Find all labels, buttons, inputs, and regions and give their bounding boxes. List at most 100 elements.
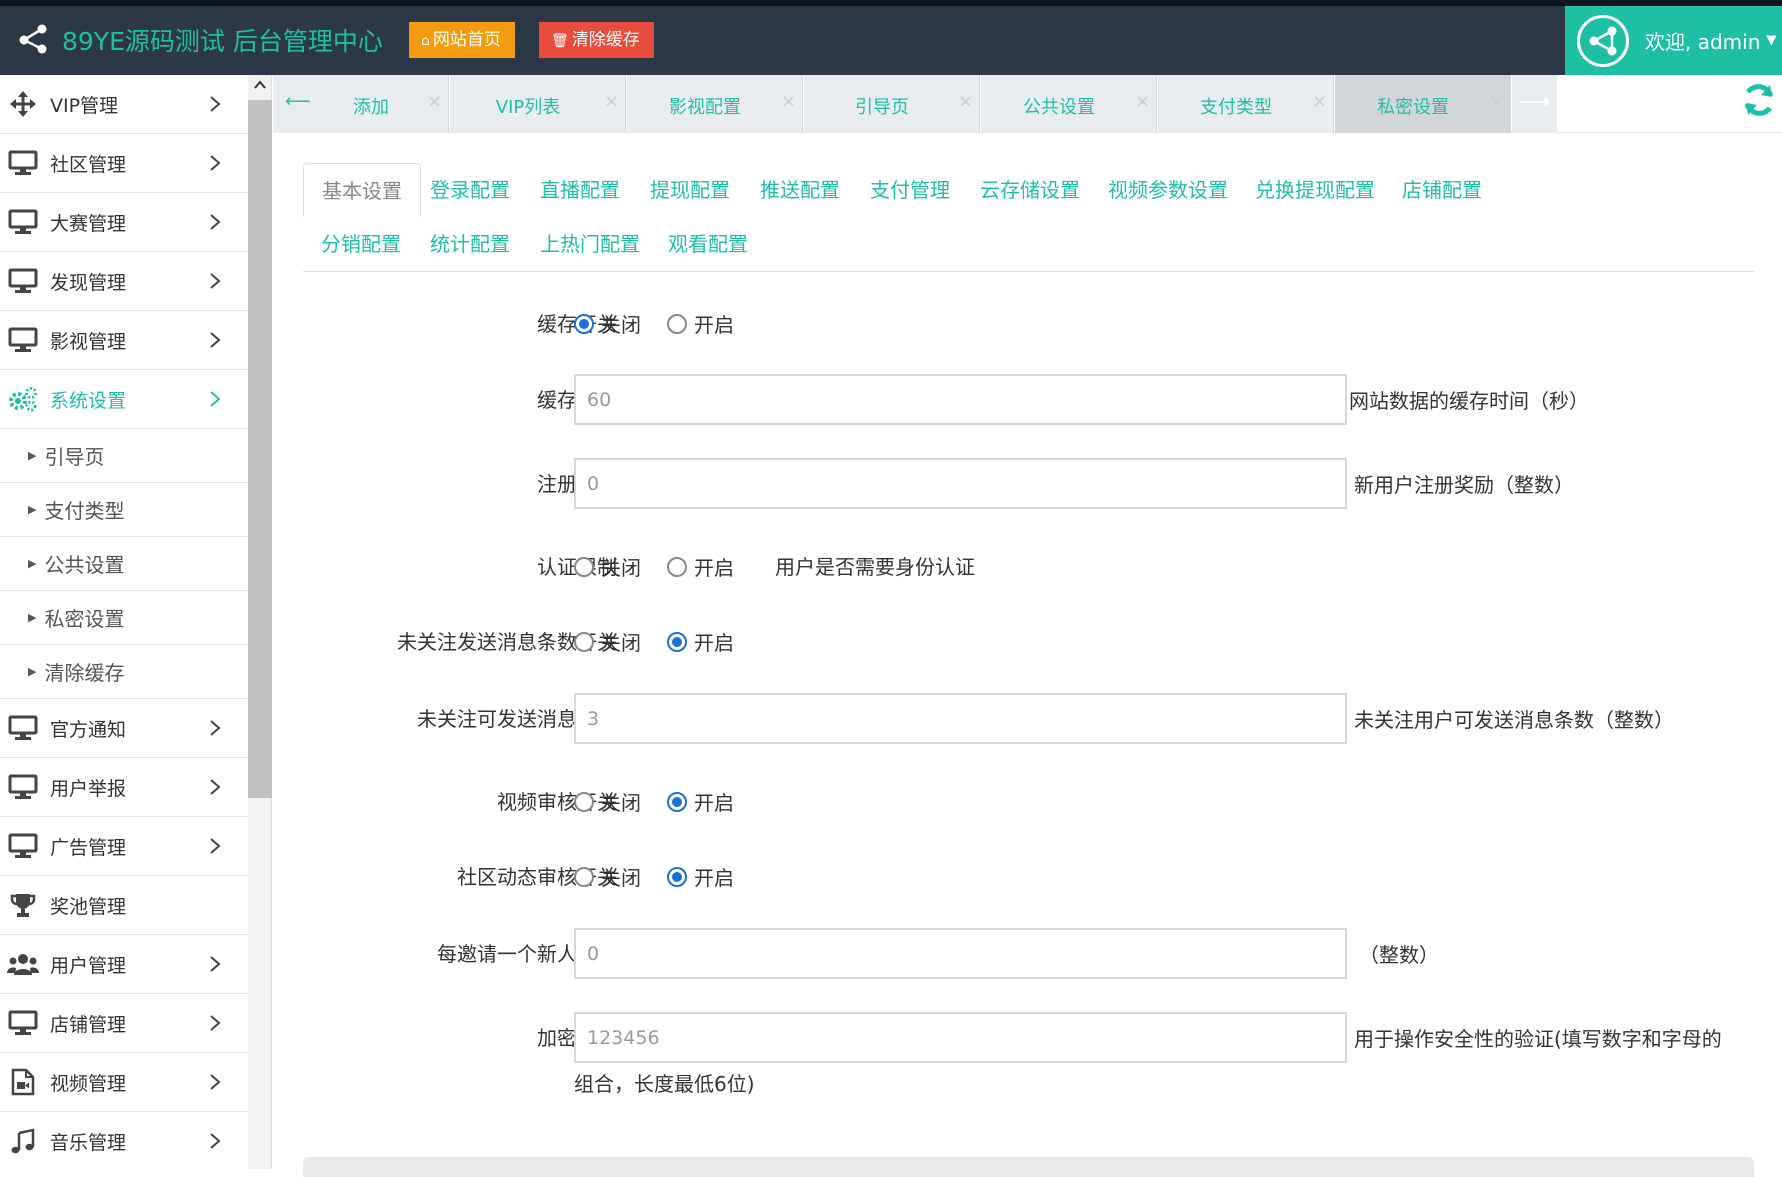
register-reward-input[interactable] [574,458,1347,509]
subtab-live-config[interactable]: 直播配置 [522,163,638,217]
clear-cache-button[interactable]: 🗑 清除缓存 [539,22,654,58]
close-icon[interactable]: × [1135,91,1150,112]
subtab-shop-config[interactable]: 店铺配置 [1384,163,1500,217]
subtab-payment-management[interactable]: 支付管理 [852,163,968,217]
chevron-right-icon [210,96,221,112]
tab-film-config[interactable]: 影视配置 × [627,75,803,133]
subtab-stats-config[interactable]: 统计配置 [412,217,528,271]
community-review-on-radio[interactable]: 开启 [667,862,734,891]
invite-reward-input[interactable] [574,928,1347,979]
close-icon[interactable]: × [1489,91,1504,112]
auth-limit-off-radio[interactable]: 关闭 [574,552,641,581]
subtab-video-params[interactable]: 视频参数设置 [1090,163,1246,217]
sidebar-item-videos[interactable]: 视频管理 [0,1053,248,1112]
close-icon[interactable]: × [958,91,973,112]
video-review-on-radio[interactable]: 开启 [667,787,734,816]
subtab-withdraw-config[interactable]: 提现配置 [632,163,748,217]
sidebar-item-label: 广告管理 [50,836,127,859]
subtab-trending-config[interactable]: 上热门配置 [522,217,658,271]
gears-icon [6,385,40,413]
sidebar-subitem-public-settings[interactable]: ▶ 公共设置 [0,537,248,591]
subtab-label: 统计配置 [430,232,510,256]
main-content: 基本设置 登录配置 直播配置 提现配置 推送配置 支付管理 云存储设置 视频参数… [273,134,1782,1177]
subtab-label: 兑换提现配置 [1255,178,1375,202]
clear-cache-label: 清除缓存 [571,30,640,50]
sidebar-subitem-guide-page[interactable]: ▶ 引导页 [0,429,248,483]
sidebar-item-label: 社区管理 [50,153,127,176]
subtab-label: 登录配置 [430,178,510,202]
sidebar-item-music[interactable]: 音乐管理 [0,1112,248,1169]
sidebar-scroll-thumb[interactable] [248,100,272,798]
sidebar-subitem-private-settings[interactable]: ▶ 私密设置 [0,591,248,645]
subtab-cloud-storage[interactable]: 云存储设置 [962,163,1098,217]
sidebar-item-contest[interactable]: 大赛管理 [0,193,248,252]
sidebar-item-discover[interactable]: 发现管理 [0,252,248,311]
unfollow-msg-off-radio[interactable]: 关闭 [574,627,641,656]
sidebar-item-users[interactable]: 用户管理 [0,935,248,994]
secret-key-input[interactable] [574,1012,1347,1063]
sidebar-item-label: 视频管理 [50,1072,127,1095]
unfollow-msg-count-input[interactable] [574,693,1347,744]
radio-circle [574,313,594,334]
sidebar-item-film[interactable]: 影视管理 [0,311,248,370]
chevron-right-icon [210,1074,221,1090]
tab-guide-page[interactable]: 引导页 × [804,75,980,133]
video-review-off-radio[interactable]: 关闭 [574,787,641,816]
sidebar-item-label: 官方通知 [50,718,127,741]
close-icon[interactable]: × [781,91,796,112]
subtab-login-config[interactable]: 登录配置 [412,163,528,217]
sidebar-item-user-reports[interactable]: 用户举报 [0,758,248,817]
tab-public-settings[interactable]: 公共设置 × [981,75,1157,133]
radio-label: 关闭 [601,556,641,580]
tab-private-settings-area[interactable]: 私密设置 × [1335,75,1511,133]
brand[interactable]: 89YE源码测试 后台管理中心 [16,20,383,60]
field-help: 新用户注册奖励（整数） [1354,473,1574,497]
header-top-line [0,0,1782,6]
cache-switch-on-radio[interactable]: 开启 [667,309,734,338]
close-icon[interactable]: × [427,91,442,112]
sidebar-item-shops[interactable]: 店铺管理 [0,994,248,1053]
tab-vip-list[interactable]: VIP列表 × [450,75,626,133]
subtab-label: 店铺配置 [1402,178,1482,202]
sidebar-item-official-notice[interactable]: 官方通知 [0,699,248,758]
subtab-push-config[interactable]: 推送配置 [742,163,858,217]
tabs-scroll-right-button[interactable]: ⟶ [1512,75,1557,133]
close-icon[interactable]: × [1312,91,1327,112]
radio-label: 关闭 [601,791,641,815]
auth-limit-on-radio[interactable]: 开启 [667,552,734,581]
community-review-off-radio[interactable]: 关闭 [574,862,641,891]
subtab-label: 基本设置 [322,179,402,203]
subtab-watch-config[interactable]: 观看配置 [650,217,766,271]
tab-payment-type[interactable]: 支付类型 × [1158,75,1334,133]
sidebar-item-label: 大赛管理 [50,212,127,235]
scroll-up-icon[interactable] [253,79,267,91]
tab-add[interactable]: ⟵ 添加 × [273,75,449,133]
website-home-button[interactable]: ⌂ 网站首页 [409,22,515,58]
sidebar-item-prize-pool[interactable]: 奖池管理 [0,876,248,935]
sidebar-item-vip[interactable]: VIP管理 [0,75,248,134]
settings-subtabs: 基本设置 登录配置 直播配置 提现配置 推送配置 支付管理 云存储设置 视频参数… [303,162,1754,272]
sidebar-subitem-clear-cache[interactable]: ▶ 清除缓存 [0,645,248,699]
close-icon[interactable]: × [604,91,619,112]
monitor-icon [6,149,40,177]
refresh-icon[interactable] [1740,81,1778,119]
unfollow-msg-on-radio[interactable]: 开启 [667,627,734,656]
cache-time-input[interactable] [574,374,1347,425]
radio-circle [667,866,687,887]
subtab-basic-settings[interactable]: 基本设置 [303,163,421,217]
sidebar-item-community[interactable]: 社区管理 [0,134,248,193]
field-help: 未关注用户可发送消息条数（整数） [1354,708,1674,732]
monitor-icon [6,208,40,236]
cache-switch-off-radio[interactable]: 关闭 [574,309,641,338]
caret-right-icon: ▶ [28,449,37,462]
sidebar-item-ads[interactable]: 广告管理 [0,817,248,876]
welcome-text: 欢迎, admin [1645,30,1761,54]
sidebar-item-system-settings[interactable]: 系统设置 [0,370,248,429]
sidebar-item-label: 店铺管理 [50,1013,127,1036]
subtab-distribution-config[interactable]: 分销配置 [303,217,419,271]
caret-right-icon: ▶ [28,665,37,678]
sidebar-scrollbar[interactable] [248,75,272,1169]
user-menu[interactable]: 欢迎, admin ▼ [1565,6,1782,75]
sidebar-subitem-payment-type[interactable]: ▶ 支付类型 [0,483,248,537]
subtab-exchange-withdraw[interactable]: 兑换提现配置 [1237,163,1393,217]
